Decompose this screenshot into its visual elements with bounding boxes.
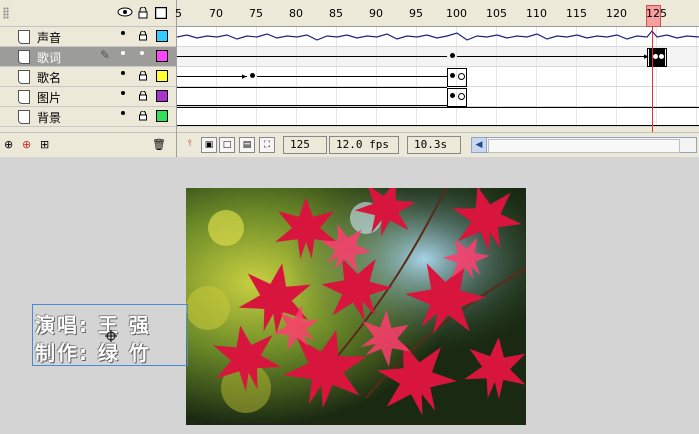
add-layer-icon[interactable]: ⊕ xyxy=(4,138,13,151)
ruler-label: 5 xyxy=(175,7,182,20)
arrow-head: ▸ xyxy=(242,72,247,82)
onion-markers-icon[interactable]: ⛶ xyxy=(259,137,275,153)
ruler-label: 100 xyxy=(446,7,467,20)
visibility-dot[interactable] xyxy=(121,71,125,75)
frames-pane: 5 70 75 80 85 90 95 100 105 110 115 120 … xyxy=(175,0,699,157)
layer-icon xyxy=(18,70,30,84)
layer-row-title[interactable]: 歌名 xyxy=(0,67,176,87)
layer-name: 背景 xyxy=(37,111,62,125)
horizontal-scrollbar[interactable]: ◀ xyxy=(471,137,697,153)
ruler-label: 80 xyxy=(289,7,303,20)
lock-icon[interactable] xyxy=(139,111,147,121)
lock-dot[interactable] xyxy=(140,51,144,55)
frame-row-picture[interactable] xyxy=(177,87,699,107)
lock-icon[interactable] xyxy=(139,31,147,41)
keyframe[interactable] xyxy=(450,53,455,58)
frame-span xyxy=(647,48,667,67)
current-frame-field: 125 xyxy=(283,136,327,154)
onion-skin-icon[interactable]: ▣ xyxy=(201,137,217,153)
layer-row-background[interactable]: 背景 xyxy=(0,107,176,127)
frame-span-line xyxy=(177,107,699,108)
producer-credit: 制作: 绿 竹 xyxy=(35,341,151,365)
add-folder-icon[interactable]: ⊞ xyxy=(40,138,49,151)
ruler-label: 85 xyxy=(329,7,343,20)
visibility-dot[interactable] xyxy=(121,51,125,55)
grip-handle[interactable] xyxy=(3,7,9,19)
layers-pane: 声音 歌词 ✎ 歌名 图片 背景 ⊕ ⊕ ⊞ 🗑 xyxy=(0,0,177,157)
waveform xyxy=(177,30,699,41)
visibility-dot[interactable] xyxy=(121,31,125,35)
tween-line xyxy=(177,76,247,77)
ruler-label: 125 xyxy=(646,7,667,20)
tween-line xyxy=(457,56,647,57)
frame-row-sound[interactable] xyxy=(177,27,699,47)
keyframe[interactable] xyxy=(250,73,255,78)
layer-icon xyxy=(18,30,30,44)
layer-name: 歌词 xyxy=(37,51,62,65)
stage-image[interactable] xyxy=(186,188,526,425)
ruler-label: 95 xyxy=(409,7,423,20)
layer-color-swatch[interactable] xyxy=(156,50,168,62)
frame-span xyxy=(447,68,467,87)
performer-credit: 演唱: 王 强 xyxy=(35,313,151,337)
frame-span xyxy=(447,88,467,107)
scroll-thumb[interactable] xyxy=(488,139,680,153)
layer-tools: ⊕ ⊕ ⊞ 🗑 xyxy=(0,132,176,157)
lock-icon[interactable] xyxy=(139,91,147,101)
ruler-label: 115 xyxy=(566,7,587,20)
ruler-label: 110 xyxy=(526,7,547,20)
lock-icon[interactable] xyxy=(139,71,147,81)
outline-icon[interactable] xyxy=(155,7,167,19)
layer-color-swatch[interactable] xyxy=(156,110,168,122)
layer-icon xyxy=(18,50,30,64)
tween-line xyxy=(177,56,447,57)
frame-row-background[interactable] xyxy=(177,107,699,127)
elapsed-time-field: 10.3s xyxy=(407,136,461,154)
ruler-label: 75 xyxy=(249,7,263,20)
eye-icon[interactable] xyxy=(117,7,133,17)
ruler-label: 105 xyxy=(486,7,507,20)
frame-span-line xyxy=(177,105,447,106)
layer-row-lyrics[interactable]: 歌词 ✎ xyxy=(0,47,176,67)
layer-icon xyxy=(18,110,30,124)
scroll-left-icon[interactable]: ◀ xyxy=(472,138,487,152)
frame-row-lyrics[interactable]: ▸ xyxy=(177,47,699,67)
layer-name: 图片 xyxy=(37,91,62,105)
layer-name: 歌名 xyxy=(37,71,62,85)
frame-ruler[interactable]: 5 70 75 80 85 90 95 100 105 110 115 120 … xyxy=(175,0,699,27)
layer-color-swatch[interactable] xyxy=(156,70,168,82)
edit-multiple-icon[interactable]: ▤ xyxy=(239,137,255,153)
trash-icon[interactable]: 🗑 xyxy=(152,138,166,151)
move-cursor-icon xyxy=(105,330,117,342)
layer-header xyxy=(0,0,176,27)
tween-line xyxy=(257,76,447,77)
visibility-dot[interactable] xyxy=(121,91,125,95)
fps-field[interactable]: 12.0 fps xyxy=(329,136,399,154)
layer-row-picture[interactable]: 图片 xyxy=(0,87,176,107)
frame-row-title[interactable]: ▸ xyxy=(177,67,699,87)
timeline-panel: 声音 歌词 ✎ 歌名 图片 背景 ⊕ ⊕ ⊞ 🗑 5 70 75 80 85 9… xyxy=(0,0,699,157)
add-guide-icon[interactable]: ⊕ xyxy=(22,138,31,151)
layer-color-swatch[interactable] xyxy=(156,30,168,42)
frame-span-line xyxy=(177,125,699,126)
ruler-label: 70 xyxy=(209,7,223,20)
frame-span-line xyxy=(177,87,447,88)
pencil-icon: ✎ xyxy=(100,48,111,62)
layer-name: 声音 xyxy=(37,31,62,45)
layer-color-swatch[interactable] xyxy=(156,90,168,102)
visibility-dot[interactable] xyxy=(121,111,125,115)
layer-icon xyxy=(18,90,30,104)
layer-row-sound[interactable]: 声音 xyxy=(0,27,176,47)
ruler-label: 90 xyxy=(369,7,383,20)
playhead-line xyxy=(652,26,653,132)
timeline-status-bar: ⫯ ▣ □ ▤ ⛶ 125 12.0 fps 10.3s ◀ xyxy=(177,132,699,157)
lock-icon[interactable] xyxy=(138,7,148,19)
maple-leaves-photo xyxy=(186,188,526,425)
onion-outline-icon[interactable]: □ xyxy=(219,137,235,153)
center-frame-icon[interactable]: ⫯ xyxy=(183,137,197,151)
ruler-label: 120 xyxy=(606,7,627,20)
